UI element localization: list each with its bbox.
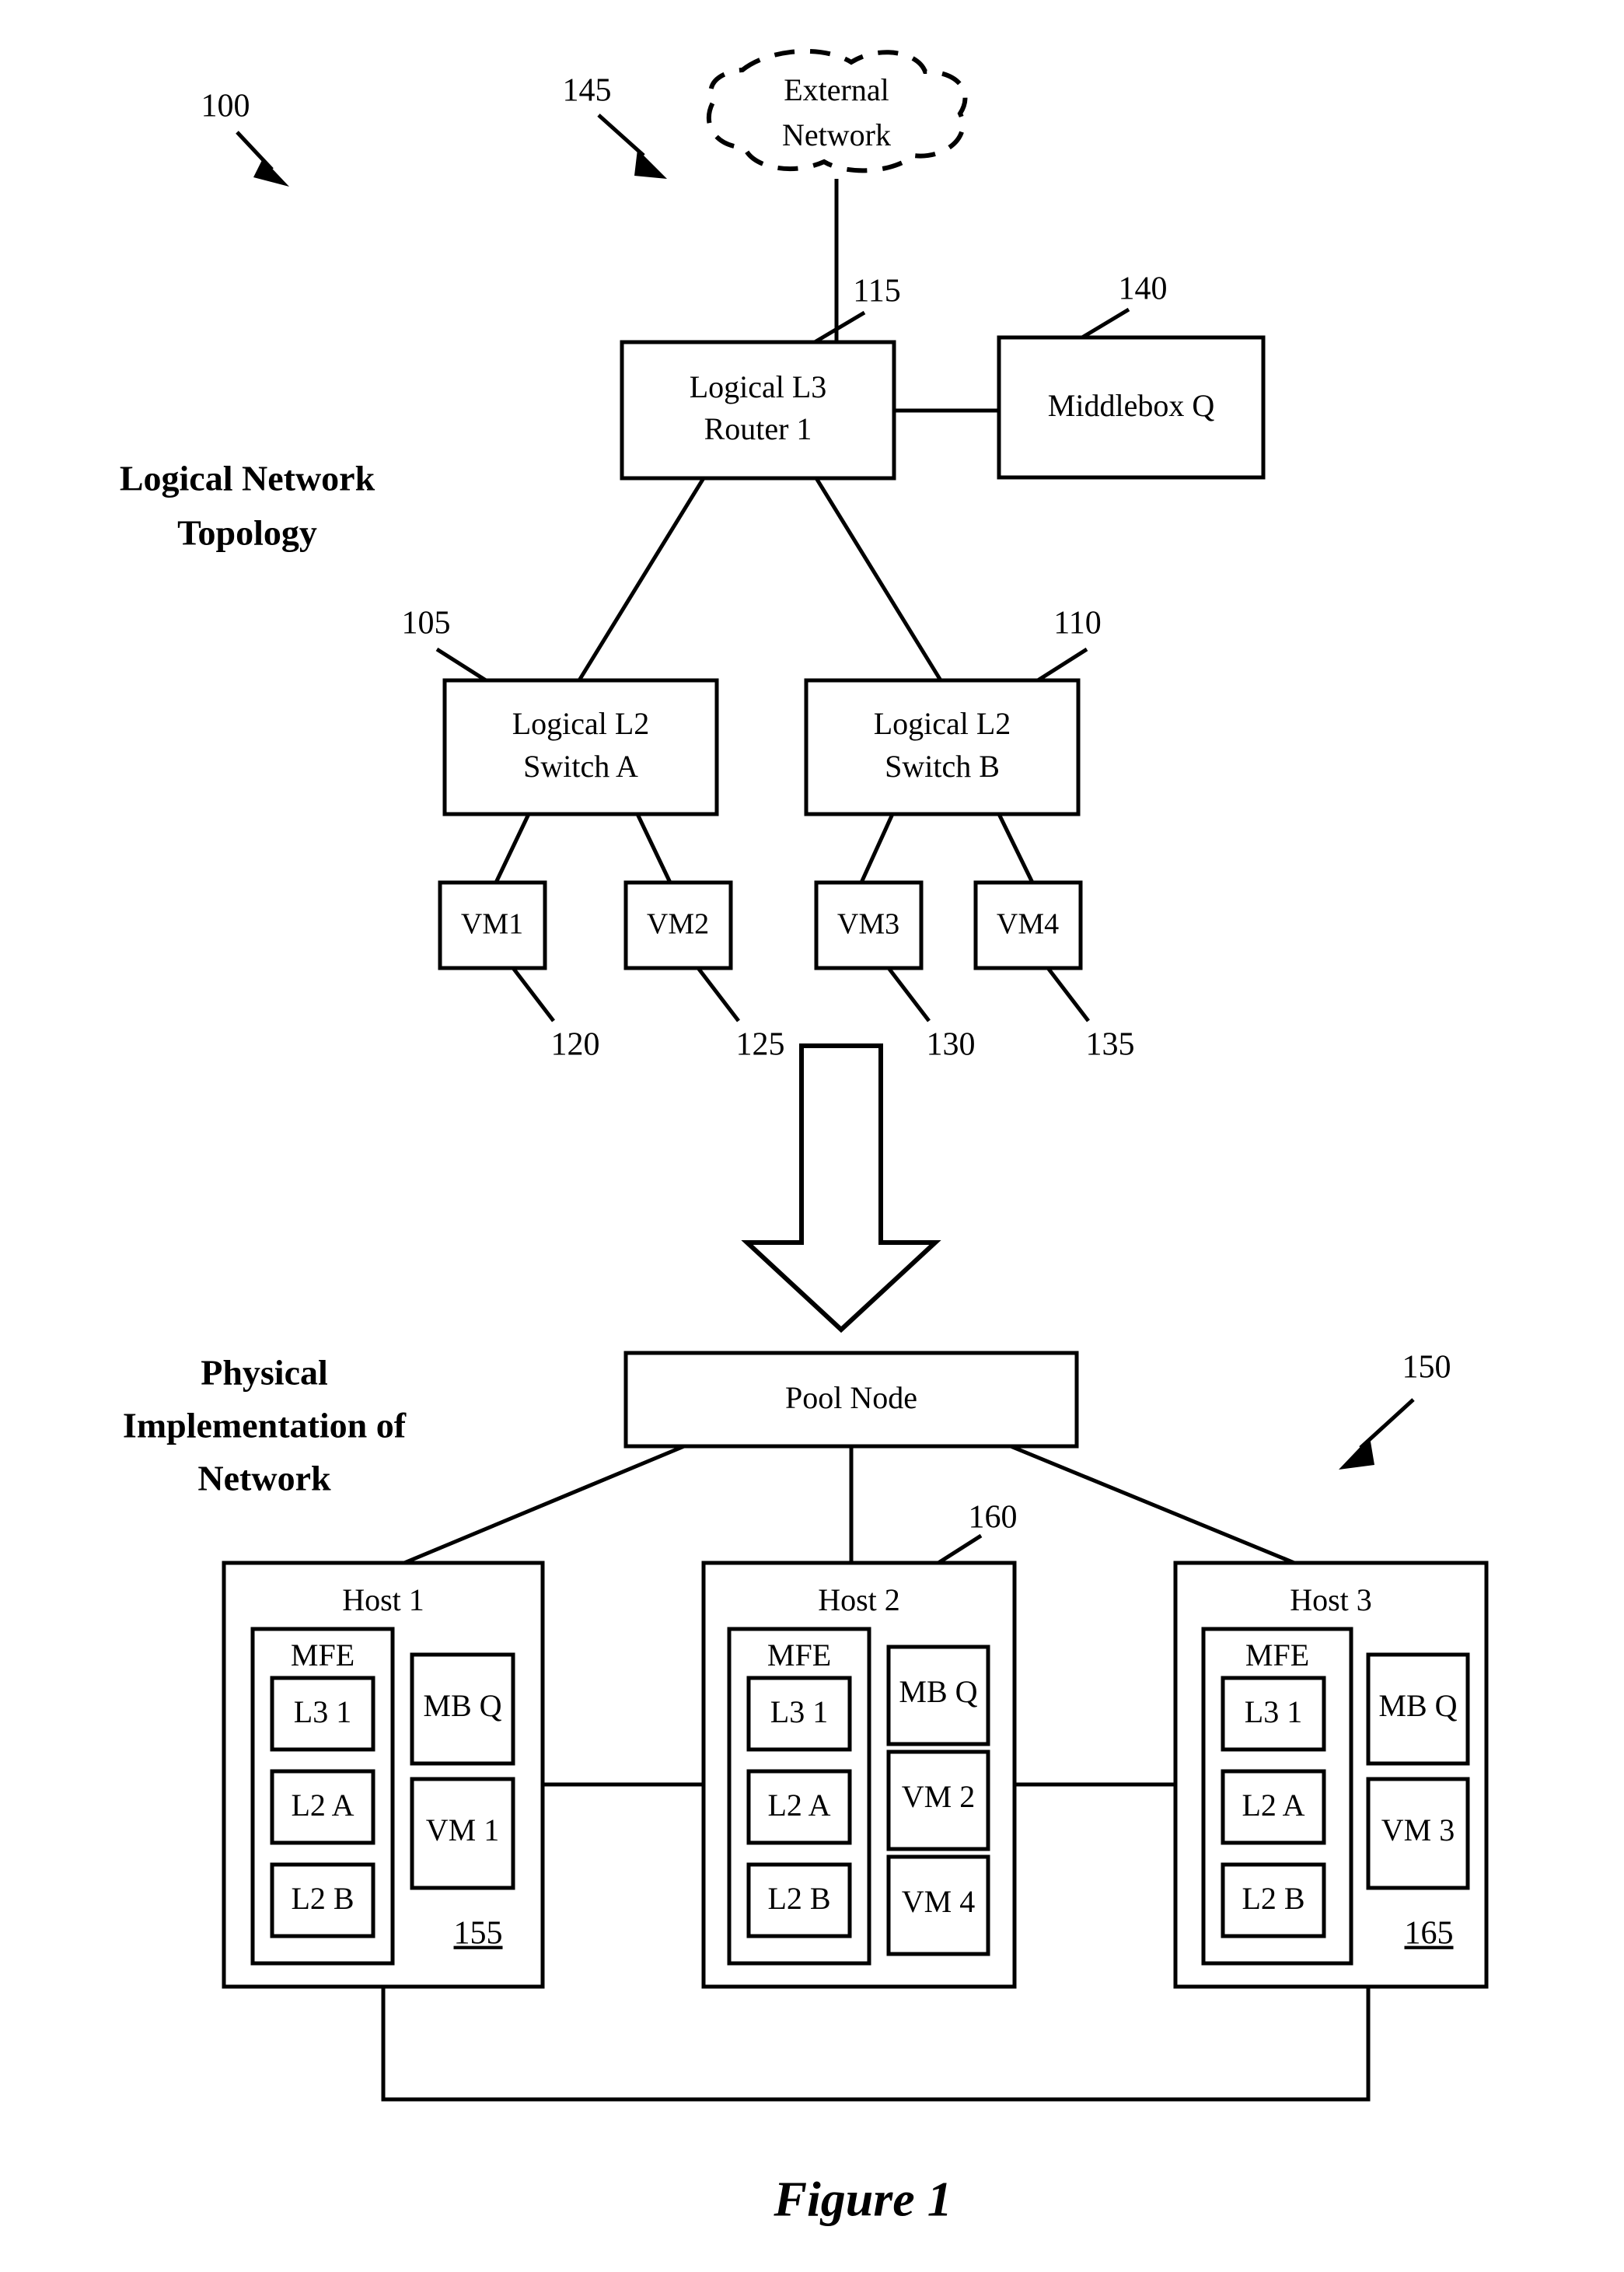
logical-l3-router-node[interactable]: Logical L3 Router 1 [620,340,896,481]
host-2-element-l3-1: L3 1 [770,1694,828,1729]
figure-canvas: 100 External Network 145 Logical L3 Rout… [120,48,1489,2227]
vm1-node[interactable]: VM1 120 [438,880,600,1063]
vm2-node[interactable]: VM2 125 [623,880,785,1063]
host-2-mbq-label: MB Q [899,1674,977,1709]
external-network-label-line1: External [784,72,889,107]
link-host1-to-host3-bottom [381,1987,1371,2102]
ref-label-160: 160 [969,1500,1018,1536]
logical-l2-switch-b-node[interactable]: Logical L2 Switch B [804,678,1081,816]
host-2-node[interactable]: Host 2 MFE L3 1 L2 A L2 B MB Q VM 2 VM 4 [701,1561,1017,1989]
host-3-mfe-label: MFE [1245,1638,1309,1673]
host-1-element-l2-a: L2 A [291,1788,354,1823]
link-switch-a-to-vm2 [635,813,672,884]
host-1-element-l2-b: L2 B [291,1881,354,1916]
switch-a-label-line2: Switch A [523,749,638,784]
figure-page: 100 External Network 145 Logical L3 Rout… [0,0,1624,2272]
host-2-element-l2-b: L2 B [767,1881,830,1916]
link-switch-b-to-vm4 [997,813,1035,884]
ref-110-leader: 110 [1036,606,1102,683]
host-3-element-l3-1: L3 1 [1245,1694,1302,1729]
link-switch-a-to-vm1 [494,813,531,884]
host-1-mfe[interactable]: MFE L3 1 L2 A L2 B [250,1627,395,1966]
host-1-vm-label: VM 1 [426,1812,499,1847]
vm1-label: VM1 [461,908,523,941]
host-1-element-l3-1: L3 1 [294,1694,351,1729]
ref-label-155: 155 [454,1916,503,1952]
logical-title-line2: Topology [177,513,317,553]
vm4-label: VM4 [997,908,1059,941]
router-label-line2: Router 1 [704,411,812,446]
logical-l2-switch-a-node[interactable]: Logical L2 Switch A [442,678,719,816]
ref-label-135: 135 [1086,1027,1135,1063]
pool-node[interactable]: Pool Node [623,1351,1079,1449]
host-3-mfe[interactable]: MFE L3 1 L2 A L2 B [1201,1627,1353,1966]
host-1-node[interactable]: Host 1 MFE L3 1 L2 A L2 B MB Q VM 1 155 [222,1561,545,1989]
switch-b-label-line2: Switch B [885,749,1000,784]
ref-160-leader: 160 [937,1500,1018,1565]
vm3-node[interactable]: VM3 130 [814,880,976,1063]
vm4-node[interactable]: VM4 135 [973,880,1135,1063]
host-3-vm-label: VM 3 [1381,1812,1455,1847]
logical-section-title: Logical Network Topology [120,459,375,553]
external-network-node[interactable]: External Network [706,48,968,173]
host-2-title: Host 2 [818,1582,900,1617]
ref-105-leader: 105 [402,606,487,683]
link-router-to-switch-a [577,477,706,682]
transform-down-arrow [741,1043,941,1333]
figure-caption: Figure 1 [773,2172,952,2227]
link-switch-b-to-vm3 [859,813,895,884]
host-2-element-l2-a: L2 A [767,1788,830,1823]
host-2-mfe[interactable]: MFE L3 1 L2 A L2 B [727,1627,871,1966]
switch-b-label-line1: Logical L2 [874,706,1011,741]
link-router-to-switch-b [814,477,943,682]
vm2-label: VM2 [647,908,709,941]
host-3-node[interactable]: Host 3 MFE L3 1 L2 A L2 B MB Q VM 3 165 [1173,1561,1489,1989]
switch-a-label-line1: Logical L2 [512,706,650,741]
host-2-mfe-label: MFE [767,1638,831,1673]
host-1-mbq-label: MB Q [423,1688,501,1723]
ref-label-110: 110 [1053,606,1101,641]
host-1-title: Host 1 [342,1582,424,1617]
ref-label-100: 100 [201,89,250,124]
overall-ref-100: 100 [201,89,289,187]
vm3-label: VM3 [837,908,899,941]
link-pool-to-host1 [403,1444,685,1565]
host-2-vm4-label: VM 4 [902,1884,975,1919]
pool-node-label: Pool Node [785,1380,917,1415]
router-label-line1: Logical L3 [690,369,827,404]
host-3-mbq-label: MB Q [1378,1688,1457,1723]
host-3-title: Host 3 [1290,1582,1372,1617]
physical-title-line1: Physical [201,1353,328,1393]
external-network-label-line2: Network [782,117,891,152]
ref-145-leader: 145 [563,73,667,179]
ref-label-125: 125 [736,1027,785,1063]
link-pool-to-host3 [1010,1444,1295,1565]
host-3-element-l2-b: L2 B [1242,1881,1304,1916]
ref-150-leader: 150 [1339,1350,1451,1470]
physical-title-line2: Implementation of [123,1406,407,1445]
ref-label-105: 105 [402,606,451,641]
ref-label-145: 145 [563,73,612,109]
ref-115-leader: 115 [813,274,901,344]
ref-label-165: 165 [1405,1916,1454,1952]
host-1-mfe-label: MFE [291,1638,354,1673]
middlebox-q-node[interactable]: Middlebox Q [997,335,1266,480]
ref-label-140: 140 [1119,271,1168,307]
physical-title-line3: Network [197,1459,331,1498]
logical-title-line1: Logical Network [120,459,375,498]
ref-140-leader: 140 [1081,271,1168,340]
middlebox-label: Middlebox Q [1048,388,1215,423]
host-3-element-l2-a: L2 A [1242,1788,1304,1823]
physical-section-title: Physical Implementation of Network [123,1353,407,1498]
host-2-vm2-label: VM 2 [902,1779,975,1814]
ref-label-115: 115 [853,274,900,309]
ref-label-120: 120 [551,1027,600,1063]
ref-label-150: 150 [1402,1350,1451,1386]
ref-label-130: 130 [927,1027,976,1063]
